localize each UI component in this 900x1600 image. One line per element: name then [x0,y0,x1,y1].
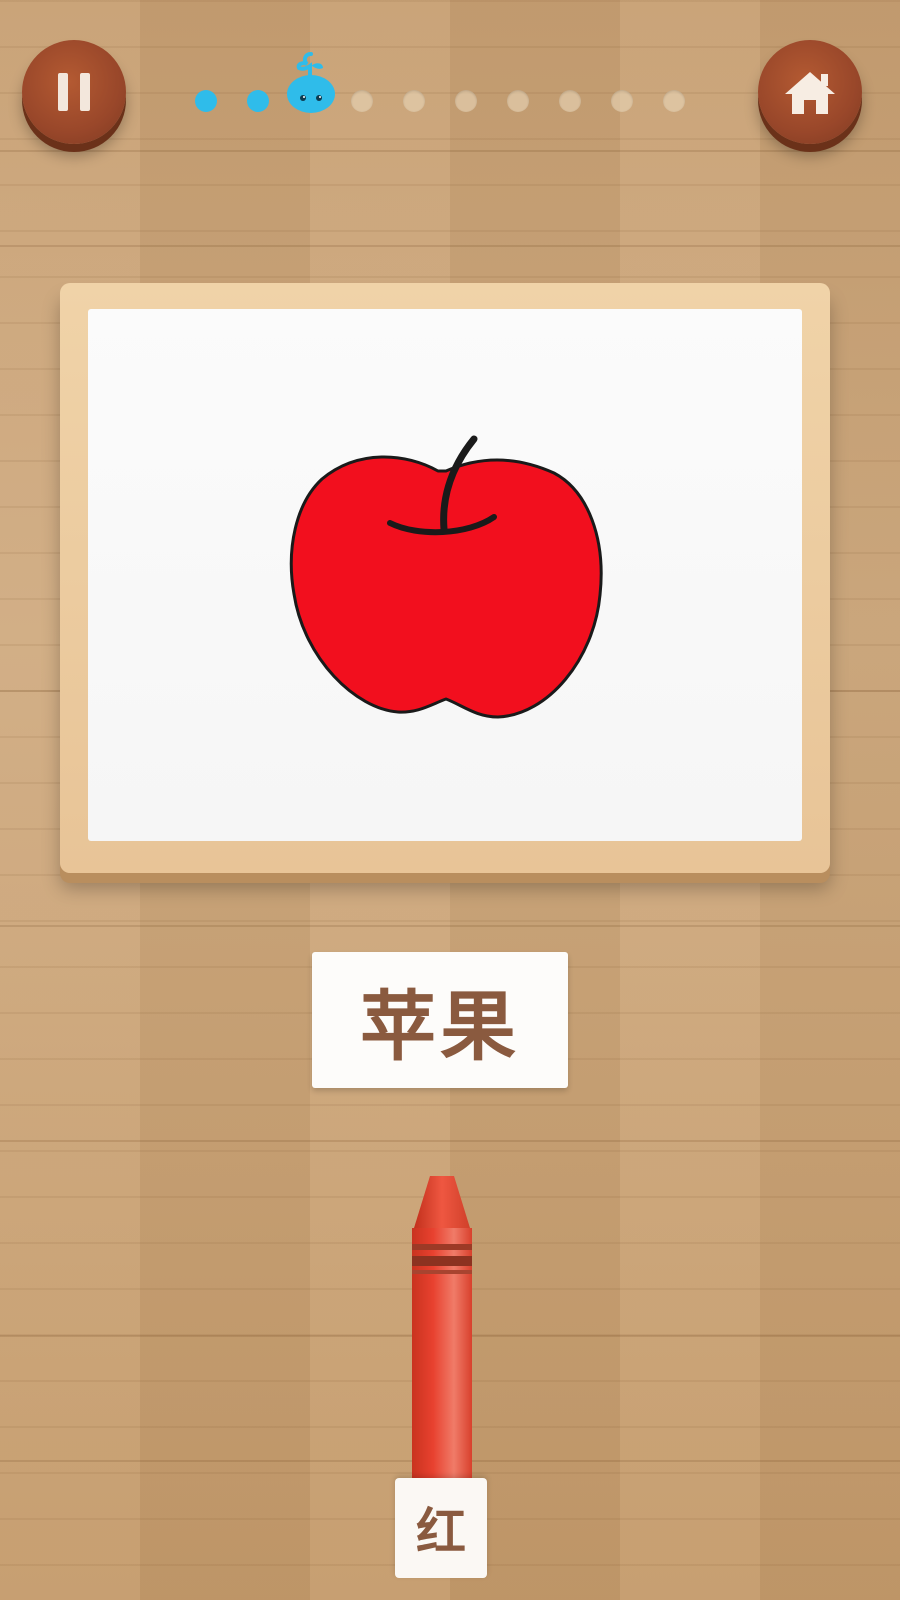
progress-dot [247,90,269,112]
progress-dot [195,90,217,112]
wood-grain-line [0,245,900,247]
pause-icon [52,73,96,111]
progress-dot [507,90,529,112]
progress-dot [663,90,685,112]
progress-dot [403,90,425,112]
color-name: 红 [416,1503,466,1561]
wood-grain-line [0,150,900,152]
crayon-color-label: 红 [395,1478,487,1578]
wood-grain-line [0,925,900,927]
wood-grain-line [0,1140,900,1142]
coloring-canvas[interactable] [88,309,802,841]
word-label: 苹果 [360,982,520,1071]
progress-dot [611,90,633,112]
pause-button[interactable] [22,40,126,144]
progress-dot [559,90,581,112]
home-icon [783,68,837,116]
progress-dot [455,90,477,112]
word-label-card: 苹果 [312,952,568,1088]
picture-frame [60,283,830,873]
red-crayon[interactable] [400,1170,484,1500]
progress-dot [351,90,373,112]
level-progress [195,52,705,116]
home-button[interactable] [758,40,862,144]
whale-icon [287,52,335,113]
apple-drawing[interactable] [288,419,618,729]
